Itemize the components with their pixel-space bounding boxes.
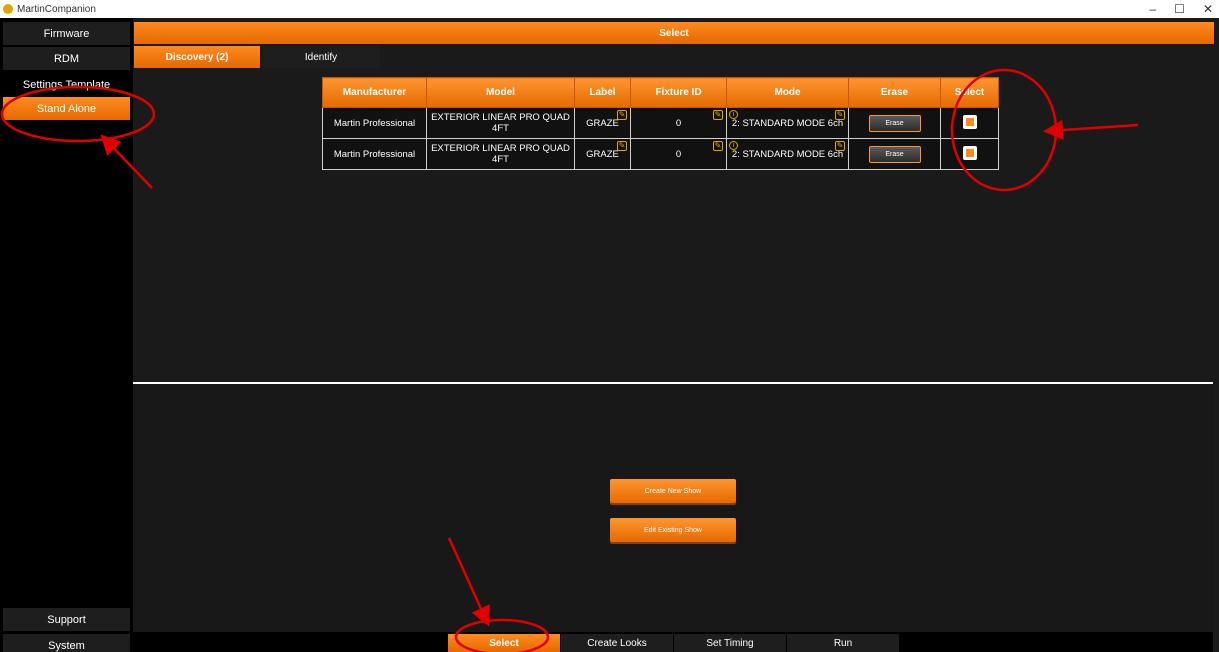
bottom-nav-set-timing[interactable]: Set Timing [674,634,786,652]
bottom-navigation [133,632,1213,652]
select-checkbox[interactable] [962,145,977,160]
cell-label[interactable]: GRAZE ✎ [574,138,631,170]
edit-icon[interactable]: ✎ [835,110,845,120]
label-value: GRAZE [586,148,619,160]
cell-manufacturer: Martin Professional [322,107,427,139]
cell-fixture-id[interactable]: 0 ✎ [630,107,727,139]
column-header-mode: Mode [726,77,849,108]
info-icon[interactable]: i [729,110,738,119]
table-header-row: Manufacturer Model Label Fixture ID Mode… [322,77,999,108]
cell-model: EXTERIOR LINEAR PRO QUAD 4FT [426,107,575,139]
table-row: Martin Professional EXTERIOR LINEAR PRO … [322,107,999,139]
mode-value: 2: STANDARD MODE 6ch [731,117,844,129]
cell-fixture-id[interactable]: 0 ✎ [630,138,727,170]
minimize-button[interactable]: – [1149,2,1156,16]
cell-mode[interactable]: i 2: STANDARD MODE 6ch ✎ [726,107,849,139]
column-header-model: Model [426,77,575,108]
erase-button[interactable]: Erase [868,145,921,163]
table-row: Martin Professional EXTERIOR LINEAR PRO … [322,138,999,170]
column-header-erase: Erase [848,77,941,108]
window-title-bar: MartinCompanion – ☐ ✕ [0,0,1219,18]
cell-erase: Erase [848,107,941,139]
cell-label[interactable]: GRAZE ✎ [574,107,631,139]
sidebar-item-settings-template[interactable]: Settings Template [3,73,130,96]
app-logo-icon [3,4,13,14]
sidebar-item-rdm[interactable]: RDM [3,47,130,70]
sidebar-item-support[interactable]: Support [3,608,130,631]
sidebar-item-firmware[interactable]: Firmware [3,22,130,45]
tab-bar: Discovery (2) Identify [134,46,382,68]
bottom-nav-create-looks[interactable]: Create Looks [561,634,673,652]
cell-model: EXTERIOR LINEAR PRO QUAD 4FT [426,138,575,170]
column-header-select: Select [940,77,999,108]
create-new-show-button[interactable]: Create New Show [610,479,736,503]
erase-button[interactable]: Erase [868,114,921,132]
edit-icon[interactable]: ✎ [617,141,627,151]
maximize-button[interactable]: ☐ [1174,2,1185,16]
close-button[interactable]: ✕ [1203,2,1213,16]
cell-select [940,107,999,139]
cell-select [940,138,999,170]
mode-value: 2: STANDARD MODE 6ch [731,148,844,160]
bottom-nav-select[interactable]: Select [448,634,560,652]
annotation-arrow-select-column [1043,120,1139,140]
column-header-manufacturer: Manufacturer [322,77,427,108]
bottom-nav-run[interactable]: Run [787,634,899,652]
page-title: Select [134,22,1214,44]
sidebar-item-system[interactable]: System [3,634,130,652]
cell-erase: Erase [848,138,941,170]
edit-icon[interactable]: ✎ [617,110,627,120]
fixture-id-value: 0 [675,117,682,129]
select-checkbox[interactable] [962,114,977,129]
column-header-fixture-id: Fixture ID [630,77,727,108]
fixture-table: Manufacturer Model Label Fixture ID Mode… [322,77,999,170]
info-icon[interactable]: i [729,141,738,150]
show-panel [133,384,1213,632]
cell-mode[interactable]: i 2: STANDARD MODE 6ch ✎ [726,138,849,170]
label-value: GRAZE [586,117,619,129]
tab-discovery[interactable]: Discovery (2) [134,46,260,68]
edit-icon[interactable]: ✎ [835,141,845,151]
sidebar-item-stand-alone[interactable]: Stand Alone [3,97,130,120]
tab-identify[interactable]: Identify [262,46,380,68]
sidebar: Firmware RDM Settings Template Stand Alo… [0,18,133,652]
edit-existing-show-button[interactable]: Edit Existing Show [610,518,736,542]
column-header-label: Label [574,77,631,108]
edit-icon[interactable]: ✎ [713,110,723,120]
cell-manufacturer: Martin Professional [322,138,427,170]
fixture-id-value: 0 [675,148,682,160]
window-title: MartinCompanion [17,3,96,15]
edit-icon[interactable]: ✎ [713,141,723,151]
